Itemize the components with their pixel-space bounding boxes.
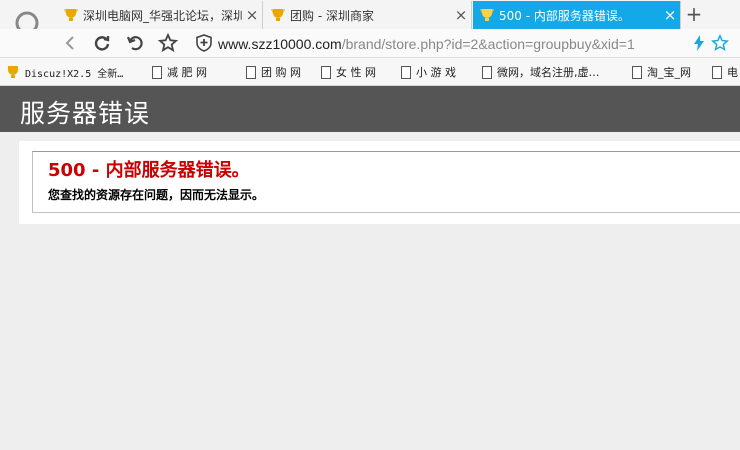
address-bar[interactable]: www.szz10000.com/brand/store.php?id=2&ac… bbox=[218, 33, 688, 55]
tab-3-active[interactable]: 500 - 内部服务器错误。 × bbox=[473, 1, 681, 29]
navigation-bar: www.szz10000.com/brand/store.php?id=2&ac… bbox=[0, 29, 740, 58]
bookmark-item[interactable]: 减 肥 网 bbox=[152, 64, 207, 80]
page-icon bbox=[152, 65, 162, 79]
page-icon bbox=[712, 65, 722, 79]
bookmark-label: 减 肥 网 bbox=[167, 66, 207, 79]
tab-2-close-icon[interactable]: × bbox=[451, 6, 471, 24]
bookmark-label: 女 性 网 bbox=[336, 66, 376, 79]
page-header: 服务器错误 bbox=[0, 86, 740, 132]
refresh-icon bbox=[94, 36, 110, 51]
trophy-favicon-icon bbox=[271, 9, 285, 21]
page-icon bbox=[246, 65, 256, 79]
bookmark-item[interactable]: 电 bbox=[712, 64, 738, 80]
back-arrow-icon bbox=[65, 36, 74, 50]
bookmark-label: 微网，域名注册,虚… bbox=[497, 66, 600, 79]
bookmark-label: 淘_宝_网 bbox=[647, 66, 691, 79]
lightning-icon bbox=[694, 35, 704, 51]
undo-icon bbox=[126, 36, 143, 51]
error-fieldset: 500 - 内部服务器错误。 您查找的资源存在问题，因而无法显示。 bbox=[32, 151, 740, 213]
bookmark-item[interactable]: 微网，域名注册,虚… bbox=[482, 64, 600, 80]
page-icon bbox=[482, 65, 492, 79]
favorite-button[interactable] bbox=[156, 31, 180, 55]
back-button[interactable] bbox=[58, 31, 82, 55]
bookmark-item[interactable]: Discuz!X2.5 全新… bbox=[5, 64, 123, 80]
bookmark-label: 团 购 网 bbox=[261, 66, 301, 79]
speed-mode-button[interactable] bbox=[690, 31, 708, 55]
tab-strip: 深圳电脑网_华强北论坛，深圳 × 团购 - 深圳商家 × 500 - 内部服务器… bbox=[0, 0, 740, 52]
new-tab-button[interactable]: + bbox=[683, 3, 705, 25]
tab-1[interactable]: 深圳电脑网_华强北论坛，深圳 × bbox=[57, 1, 263, 29]
bookmark-item[interactable]: 小 游 戏 bbox=[401, 64, 456, 80]
bookmark-label: Discuz!X2.5 全新… bbox=[25, 68, 124, 80]
bookmark-label: 电 bbox=[727, 66, 738, 79]
error-title: 500 - 内部服务器错误。 bbox=[48, 160, 250, 181]
star-outline-icon bbox=[711, 34, 729, 51]
error-description: 您查找的资源存在问题，因而无法显示。 bbox=[48, 188, 265, 202]
tab-2[interactable]: 团购 - 深圳商家 × bbox=[264, 1, 472, 29]
bookmarks-bar: Discuz!X2.5 全新… 减 肥 网 团 购 网 女 性 网 小 游 戏 … bbox=[0, 58, 740, 86]
shield-plus-icon bbox=[196, 34, 212, 52]
bookmark-item[interactable]: 团 购 网 bbox=[246, 64, 301, 80]
tab-1-title: 深圳电脑网_华强北论坛，深圳 bbox=[83, 8, 242, 23]
bookmark-label: 小 游 戏 bbox=[416, 66, 456, 79]
page-icon bbox=[321, 65, 331, 79]
tab-3-close-icon[interactable]: × bbox=[660, 6, 680, 24]
bookmark-star-button[interactable] bbox=[708, 31, 732, 55]
site-security-button[interactable] bbox=[192, 31, 216, 55]
page-icon bbox=[632, 65, 642, 79]
error-content: 500 - 内部服务器错误。 您查找的资源存在问题，因而无法显示。 bbox=[19, 141, 740, 224]
tab-2-title: 团购 - 深圳商家 bbox=[290, 8, 374, 23]
trophy-icon bbox=[8, 66, 18, 78]
url-host: www.szz10000.com bbox=[218, 36, 342, 52]
tab-1-close-icon[interactable]: × bbox=[242, 6, 262, 24]
star-icon bbox=[158, 33, 178, 53]
bookmark-item[interactable]: 女 性 网 bbox=[321, 64, 376, 80]
refresh-button[interactable] bbox=[90, 31, 114, 55]
tab-3-title: 500 - 内部服务器错误。 bbox=[499, 8, 630, 23]
undo-button[interactable] bbox=[123, 31, 147, 55]
page-title: 服务器错误 bbox=[20, 99, 151, 128]
bookmark-item[interactable]: 淘_宝_网 bbox=[632, 64, 691, 80]
url-path: /brand/store.php?id=2&action=groupbuy&xi… bbox=[341, 36, 635, 52]
page-icon bbox=[401, 65, 411, 79]
trophy-favicon-icon bbox=[480, 9, 494, 21]
trophy-favicon-icon bbox=[64, 9, 78, 21]
